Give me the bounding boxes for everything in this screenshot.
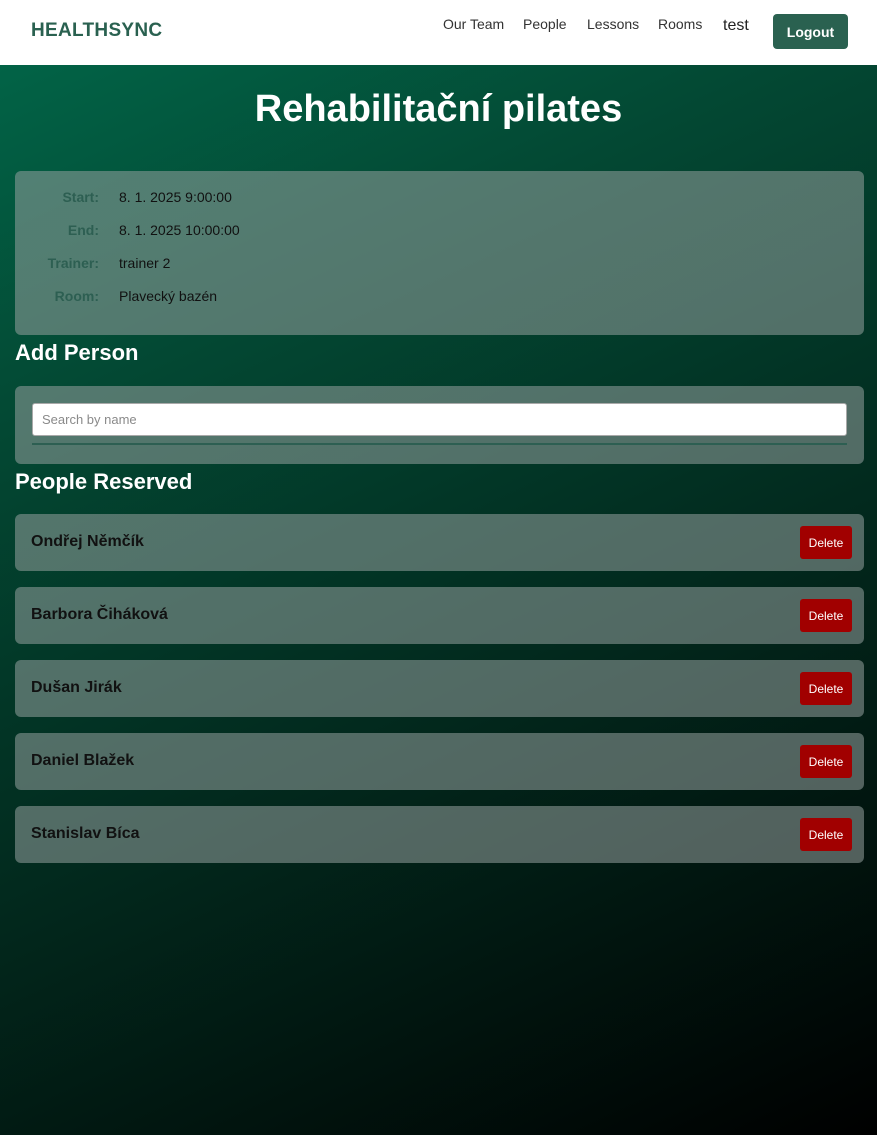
reserved-person-row: Barbora Čiháková Delete xyxy=(15,587,864,644)
navbar: HEALTHSYNC Our Team People Lessons Rooms… xyxy=(0,0,877,65)
person-name: Dušan Jirák xyxy=(31,679,122,696)
delete-person-button[interactable]: Delete xyxy=(800,672,852,705)
detail-value: 8. 1. 2025 9:00:00 xyxy=(119,189,232,205)
detail-label: End: xyxy=(67,222,99,238)
logout-button[interactable]: Logout xyxy=(773,14,848,49)
people-reserved-heading: People Reserved xyxy=(15,469,193,494)
detail-value: trainer 2 xyxy=(119,255,171,271)
reserved-person-row: Stanislav Bíca Delete xyxy=(15,806,864,863)
person-name: Stanislav Bíca xyxy=(31,825,140,842)
nav-link-our-team[interactable]: Our Team xyxy=(443,16,504,32)
person-name: Daniel Blažek xyxy=(31,752,135,769)
detail-label: Start: xyxy=(62,189,99,205)
delete-person-button[interactable]: Delete xyxy=(800,599,852,632)
person-search-input[interactable] xyxy=(32,403,847,436)
reserved-person-row: Daniel Blažek Delete xyxy=(15,733,864,790)
brand-logo[interactable]: HEALTHSYNC xyxy=(31,20,162,42)
person-name: Ondřej Němčík xyxy=(31,533,144,550)
detail-row-room: Room: Plavecký bazén xyxy=(15,288,864,308)
add-person-heading: Add Person xyxy=(15,340,139,365)
delete-person-button[interactable]: Delete xyxy=(800,745,852,778)
add-person-card xyxy=(15,386,864,464)
current-user-name: test xyxy=(723,17,749,34)
person-name: Barbora Čiháková xyxy=(31,606,168,623)
nav-link-lessons[interactable]: Lessons xyxy=(587,16,639,32)
detail-row-end: End: 8. 1. 2025 10:00:00 xyxy=(15,222,864,242)
reserved-person-row: Ondřej Němčík Delete xyxy=(15,514,864,571)
nav-link-people[interactable]: People xyxy=(523,16,567,32)
detail-row-trainer: Trainer: trainer 2 xyxy=(15,255,864,275)
delete-person-button[interactable]: Delete xyxy=(800,526,852,559)
search-results-divider xyxy=(32,443,847,445)
detail-label: Trainer: xyxy=(47,255,99,271)
detail-row-start: Start: 8. 1. 2025 9:00:00 xyxy=(15,189,864,209)
reserved-person-row: Dušan Jirák Delete xyxy=(15,660,864,717)
detail-value: Plavecký bazén xyxy=(119,288,218,304)
delete-person-button[interactable]: Delete xyxy=(800,818,852,851)
nav-link-rooms[interactable]: Rooms xyxy=(658,16,702,32)
page-title: Rehabilitační pilates xyxy=(254,88,623,130)
detail-label: Room: xyxy=(54,288,99,304)
detail-value: 8. 1. 2025 10:00:00 xyxy=(119,222,240,238)
lesson-details-card: Start: 8. 1. 2025 9:00:00 End: 8. 1. 202… xyxy=(15,171,864,335)
